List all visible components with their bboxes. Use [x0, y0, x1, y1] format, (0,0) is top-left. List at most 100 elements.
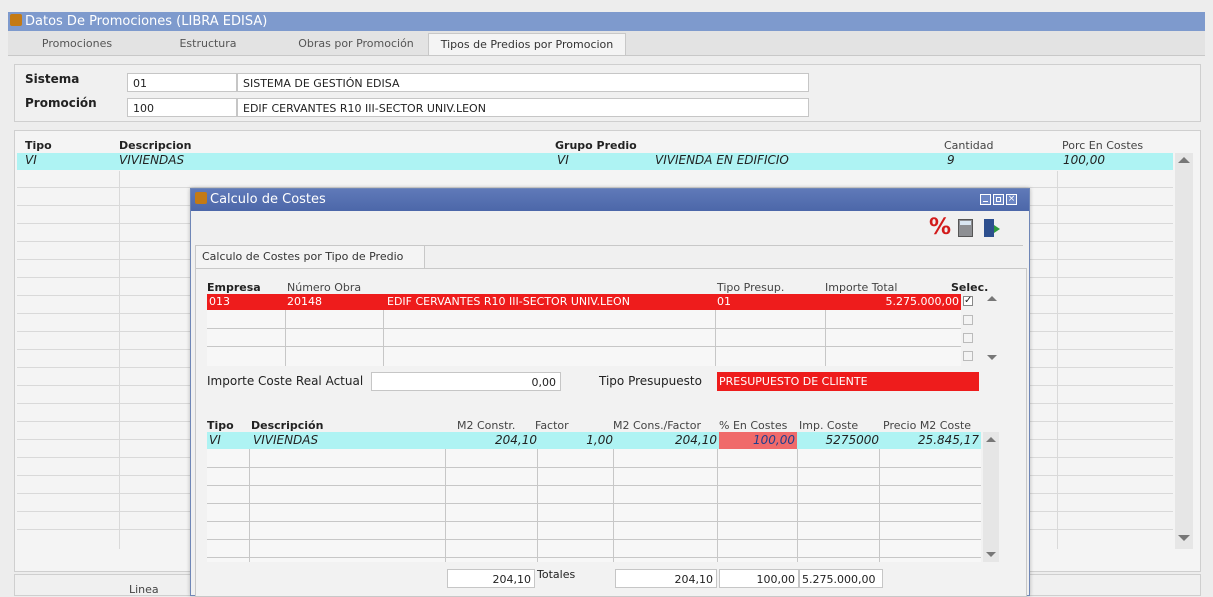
tab-obras-por-promocion[interactable]: Obras por Promoción: [286, 33, 426, 54]
scroll-up-icon[interactable]: [1178, 157, 1190, 163]
row-porc: 100,00: [1063, 153, 1105, 167]
scroll-down-icon[interactable]: [987, 355, 997, 360]
sistema-name-field: SISTEMA DE GESTIÓN EDISA: [237, 73, 809, 92]
col-precio-m2-coste: Precio M2 Coste: [883, 419, 972, 432]
coste-imp-coste: 5275000: [825, 433, 879, 447]
minimize-icon[interactable]: [980, 194, 991, 205]
total-imp-coste: 5.275.000,00: [799, 569, 883, 588]
total-m2-cons-factor: 204,10: [615, 569, 717, 588]
obra-empresa: 013: [209, 295, 230, 308]
selec-checkbox[interactable]: [963, 351, 973, 361]
col-imp-coste: Imp. Coste: [799, 419, 859, 432]
total-m2-constr: 204,10: [447, 569, 535, 588]
main-tab-bar: Promociones Estructura Obras por Promoci…: [8, 31, 1205, 56]
costes-grid: VI VIVIENDAS 204,10 1,00 204,10 100,00 5…: [207, 432, 981, 562]
table-row[interactable]: VI VIVIENDAS 204,10 1,00 204,10 100,00 5…: [207, 432, 981, 449]
totales-label: Totales: [537, 568, 576, 581]
calculo-costes-dialog: Calculo de Costes × % Calculo de Costes …: [190, 188, 1030, 597]
importe-coste-label: Importe Coste Real Actual: [207, 374, 364, 388]
selec-checkbox[interactable]: [963, 333, 973, 343]
window-title: Datos De Promociones (LIBRA EDISA): [25, 14, 268, 29]
dialog-titlebar: Calculo de Costes: [191, 189, 1029, 211]
row-descripcion: VIVIENDAS: [119, 153, 185, 167]
grid-divider: [207, 503, 981, 504]
coste-m2-constr: 204,10: [495, 433, 537, 447]
grid-divider: [613, 449, 614, 562]
grid-divider: [207, 467, 981, 468]
col-cantidad: Cantidad: [944, 139, 994, 152]
dialog-title: Calculo de Costes: [210, 192, 326, 207]
grid-divider: [285, 310, 286, 366]
coste-pct-input[interactable]: 100,00: [719, 432, 797, 449]
scroll-down-icon[interactable]: [986, 552, 996, 557]
main-window-titlebar: Datos De Promociones (LIBRA EDISA): [8, 12, 1205, 31]
obra-importe-total: 5.275.000,00: [885, 295, 959, 308]
tab-calculo-costes[interactable]: Calculo de Costes por Tipo de Predio: [195, 246, 425, 269]
tab-promociones[interactable]: Promociones: [22, 33, 132, 54]
grid-divider: [207, 539, 981, 540]
col-porc-en-costes: Porc En Costes: [1062, 139, 1144, 152]
grid-divider: [207, 485, 981, 486]
scroll-up-icon[interactable]: [987, 296, 997, 301]
grid-divider: [537, 449, 538, 562]
percent-icon[interactable]: %: [929, 217, 951, 239]
importe-coste-field[interactable]: 0,00: [371, 372, 561, 391]
col-grupo-predio: Grupo Predio: [555, 139, 637, 152]
promocion-name-field: EDIF CERVANTES R10 III-SECTOR UNIV.LEON: [237, 98, 809, 117]
col-tipo: Tipo: [25, 139, 52, 152]
row-tipo: VI: [25, 153, 37, 167]
tab-tipos-de-predios[interactable]: Tipos de Predios por Promocion: [428, 33, 626, 55]
grid-divider: [207, 328, 961, 329]
grid-divider: [207, 346, 961, 347]
sistema-code-field[interactable]: 01: [127, 73, 237, 92]
col-descripcion: Descripción: [251, 419, 324, 432]
grid-divider: [797, 449, 798, 562]
col-pct-en-costes: % En Costes: [719, 419, 788, 432]
scroll-up-icon[interactable]: [986, 437, 996, 442]
table-row[interactable]: VI VIVIENDAS VI VIVIENDA EN EDIFICIO 9 1…: [17, 153, 1173, 170]
col-numero-obra: Número Obra: [287, 281, 362, 294]
tab-estructura[interactable]: Estructura: [158, 33, 258, 54]
coste-factor: 1,00: [586, 433, 613, 447]
tipo-presupuesto-field[interactable]: PRESUPUESTO DE CLIENTE: [717, 372, 979, 391]
col-tipo: Tipo: [207, 419, 234, 432]
col-m2-constr: M2 Constr.: [457, 419, 516, 432]
col-selec: Selec.: [951, 281, 989, 294]
grid-divider: [207, 557, 981, 558]
row-grupo-name: VIVIENDA EN EDIFICIO: [655, 153, 789, 167]
grid-divider: [879, 449, 880, 562]
obra-descripcion: EDIF CERVANTES R10 III-SECTOR UNIV.LEON: [387, 295, 630, 308]
tipo-presupuesto-label: Tipo Presupuesto: [599, 374, 702, 388]
grid-divider: [825, 310, 826, 366]
costes-scrollbar[interactable]: [983, 432, 999, 562]
col-descripcion: Descripcion: [119, 139, 192, 152]
obra-numero: 20148: [287, 295, 322, 308]
exit-door-icon[interactable]: [981, 217, 1003, 239]
app-icon: [10, 14, 22, 26]
maximize-icon[interactable]: [993, 194, 1004, 205]
col-importe-total: Importe Total: [825, 281, 898, 294]
col-empresa: Empresa: [207, 281, 261, 294]
coste-descripcion: VIVIENDAS: [253, 433, 319, 447]
calculator-icon[interactable]: [955, 217, 977, 239]
selec-checkbox[interactable]: ✓: [963, 296, 973, 306]
obra-tipo-presup: 01: [717, 295, 731, 308]
lineas-label: Linea: [129, 583, 159, 596]
grid-divider: [715, 310, 716, 366]
table-row[interactable]: 013 20148 EDIF CERVANTES R10 III-SECTOR …: [207, 294, 961, 310]
app-icon: [195, 192, 207, 204]
grid-divider: [249, 449, 250, 562]
promocion-code-field[interactable]: 100: [127, 98, 237, 117]
coste-precio-m2: 25.845,17: [917, 433, 979, 447]
row-grupo-code: VI: [557, 153, 569, 167]
grid-divider: [445, 449, 446, 562]
total-pct-en-costes: 100,00: [719, 569, 799, 588]
scroll-down-icon[interactable]: [1178, 535, 1190, 541]
selec-checkbox[interactable]: [963, 315, 973, 325]
sistema-label: Sistema: [25, 72, 80, 86]
grid-divider: [717, 449, 718, 562]
coste-tipo: VI: [209, 433, 221, 447]
grid-scrollbar[interactable]: [1175, 153, 1193, 549]
row-cantidad: 9: [947, 153, 955, 167]
close-icon[interactable]: ×: [1006, 194, 1017, 205]
